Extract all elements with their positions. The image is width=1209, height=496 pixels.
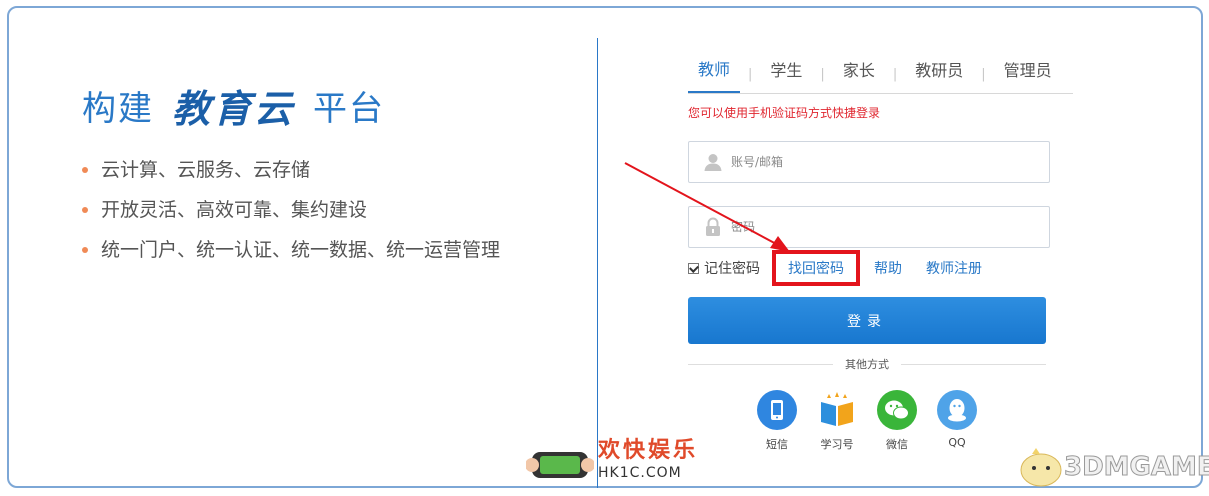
feature-item: 统一门户、统一认证、统一数据、统一运营管理: [82, 230, 500, 270]
annotation-arrow-icon: [624, 162, 790, 252]
feature-item: 开放灵活、高效可靠、集约建设: [82, 190, 500, 230]
tab-teacher[interactable]: 教师: [688, 55, 741, 93]
tab-separator: |: [820, 66, 825, 82]
study-id-login[interactable]: 学习号: [817, 390, 857, 452]
tab-separator: |: [981, 66, 986, 82]
teacher-register-link[interactable]: 教师注册: [926, 258, 982, 278]
bullet-icon: [82, 207, 88, 213]
role-tabs: 教师 | 学生 | 家长 | 教研员 | 管理员: [688, 55, 1073, 94]
remember-label: 记住密码: [704, 261, 760, 277]
bullet-icon: [82, 247, 88, 253]
qq-icon[interactable]: [937, 390, 977, 430]
hero-title: 构建 教育云 平台: [82, 80, 386, 131]
hero-title-suffix: 平台: [313, 88, 386, 129]
mascot-logo-icon: [1020, 448, 1062, 487]
hk1c-en-text: HK1C.COM: [598, 465, 682, 481]
remember-password[interactable]: 记住密码: [688, 258, 760, 278]
login-button[interactable]: 登录: [688, 297, 1046, 344]
remember-checkbox[interactable]: [688, 262, 699, 274]
tab-admin[interactable]: 管理员: [994, 56, 1062, 93]
sms-login[interactable]: 短信: [757, 390, 797, 452]
tab-student[interactable]: 学生: [760, 56, 812, 93]
tab-separator: |: [748, 66, 753, 82]
tab-separator: |: [892, 66, 898, 82]
book-icon[interactable]: [817, 390, 857, 430]
phone-icon[interactable]: [757, 390, 797, 430]
3dmgame-watermark: 3DMGAME: [1018, 446, 1209, 488]
other-login-methods: 短信 学习号 微信 QQ: [757, 390, 977, 452]
3dmgame-text: 3DMGAME: [1064, 452, 1209, 483]
hero-title-prefix: 构建: [82, 88, 154, 129]
help-link[interactable]: 帮助: [874, 258, 902, 278]
other-methods-divider: 其他方式: [688, 355, 1046, 373]
other-methods-label: 其他方式: [845, 358, 889, 371]
qq-login[interactable]: QQ: [937, 390, 977, 452]
feature-list: 云计算、云服务、云存储 开放灵活、高效可靠、集约建设 统一门户、统一认证、统一数…: [82, 150, 500, 270]
sms-login-hint: 您可以使用手机验证码方式快捷登录: [688, 106, 881, 120]
hero-title-brand: 教育云: [172, 85, 296, 131]
bullet-icon: [82, 167, 88, 173]
hk1c-cn-text: 欢快娱乐: [598, 438, 699, 463]
vertical-divider: [597, 38, 598, 488]
wechat-login[interactable]: 微信: [877, 390, 917, 452]
gamepad-logo-icon: [526, 452, 594, 478]
tab-parent[interactable]: 家长: [833, 56, 885, 93]
tab-researcher[interactable]: 教研员: [905, 56, 973, 93]
hk1c-watermark: 欢快娱乐 HK1C.COM: [526, 438, 698, 492]
wechat-icon[interactable]: [877, 390, 917, 430]
feature-item: 云计算、云服务、云存储: [82, 150, 500, 190]
login-options: 记住密码 找回密码 帮助 教师注册: [688, 250, 982, 286]
